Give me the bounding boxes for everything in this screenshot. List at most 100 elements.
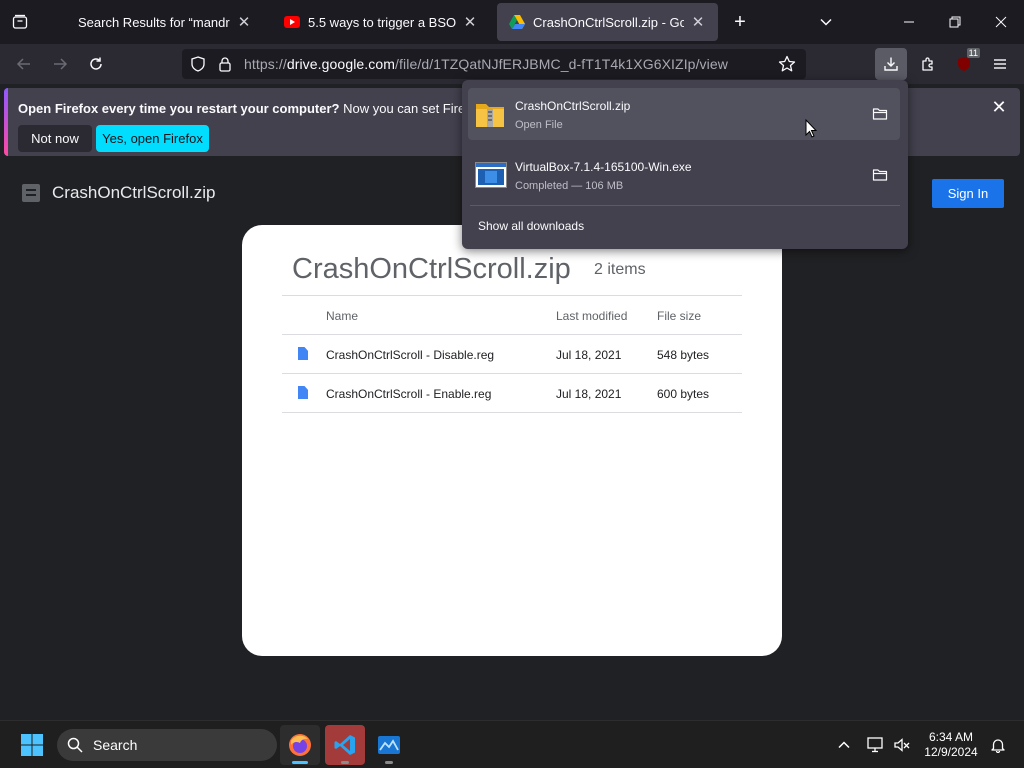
- divider: [282, 295, 742, 296]
- notification-close-icon[interactable]: ✕: [990, 98, 1008, 116]
- taskbar-vscode[interactable]: [325, 725, 365, 765]
- puzzle-icon: [922, 57, 933, 71]
- chevron-up-icon: [838, 741, 850, 749]
- tab-google-drive[interactable]: CrashOnCtrlScroll.zip - Google ✕: [497, 3, 718, 41]
- tab-close-icon[interactable]: ✕: [462, 13, 478, 31]
- file-size: 600 bytes: [657, 387, 710, 401]
- tab-close-icon[interactable]: ✕: [236, 13, 252, 31]
- network-monitor-icon: [867, 737, 883, 753]
- bookmark-star-icon[interactable]: [778, 55, 796, 78]
- taskbar-clock[interactable]: 6:34 AM 12/9/2024: [920, 730, 982, 760]
- close-window-button[interactable]: [978, 0, 1024, 44]
- taskbar-firefox[interactable]: [280, 725, 320, 765]
- firefox-icon: [289, 734, 311, 756]
- show-hidden-icons-button[interactable]: [826, 725, 862, 765]
- clock-time: 6:34 AM: [928, 730, 974, 744]
- list-all-tabs-button[interactable]: [806, 0, 846, 44]
- notification-message: Open Firefox every time you restart your…: [18, 101, 508, 116]
- divider: [282, 412, 742, 413]
- tab-search-results[interactable]: Search Results for “mandrake” - ✕: [66, 3, 264, 41]
- menu-button[interactable]: [984, 48, 1016, 80]
- search-icon: [67, 737, 83, 758]
- restore-icon: [949, 16, 961, 28]
- tab-strip: Search Results for “mandrake” - ✕ 5.5 wa…: [0, 0, 1024, 44]
- tab-title: Search Results for “mandrake” -: [78, 14, 230, 30]
- table-row[interactable]: CrashOnCtrlScroll - Disable.reg Jul 18, …: [282, 335, 742, 373]
- ublock-shield-icon: [958, 57, 970, 71]
- table-row[interactable]: CrashOnCtrlScroll - Enable.reg Jul 18, 2…: [282, 374, 742, 412]
- volume-muted-icon: [894, 738, 910, 752]
- archive-icon: [22, 184, 40, 202]
- column-header-modified: Last modified: [556, 309, 628, 323]
- downloads-button[interactable]: [875, 48, 907, 80]
- address-bar[interactable]: https://drive.google.com/file/d/1TZQatNJ…: [182, 49, 806, 79]
- photos-icon: [378, 736, 400, 754]
- show-in-folder-icon[interactable]: [872, 167, 888, 183]
- downloads-panel: CrashOnCtrlScroll.zip Open File VirtualB…: [462, 80, 908, 249]
- google-drive-icon: [509, 14, 525, 30]
- bell-icon: [991, 739, 1005, 753]
- navigation-toolbar: https://drive.google.com/file/d/1TZQatNJ…: [0, 44, 1024, 84]
- reload-button[interactable]: [80, 48, 112, 80]
- tab-youtube[interactable]: 5.5 ways to trigger a BSOD in W ✕: [272, 3, 490, 41]
- show-in-folder-icon[interactable]: [872, 106, 888, 122]
- minimize-button[interactable]: [886, 0, 932, 44]
- file-size: 548 bytes: [657, 348, 710, 362]
- url-domain: drive.google.com: [286, 56, 396, 72]
- exe-file-icon: [475, 162, 507, 193]
- volume-button[interactable]: [888, 725, 916, 765]
- file-modified: Jul 18, 2021: [556, 387, 622, 401]
- firefox-view-button[interactable]: [0, 0, 40, 44]
- network-button[interactable]: [862, 725, 890, 765]
- back-button[interactable]: [8, 48, 40, 80]
- youtube-icon: [284, 14, 300, 30]
- extensions-button[interactable]: [912, 48, 944, 80]
- file-icon: [298, 386, 308, 399]
- url-path: /file/d/1TZQatNJfERJBMC_d-fT1T4k1XG6XIZI…: [395, 56, 728, 72]
- arrow-right-icon: [54, 58, 68, 70]
- taskbar-search-box[interactable]: Search: [57, 729, 277, 761]
- column-header-size: File size: [657, 309, 702, 323]
- close-icon: [995, 16, 1007, 28]
- file-icon: [298, 347, 308, 360]
- notifications-button[interactable]: [984, 725, 1012, 765]
- extension-badge: 11: [966, 48, 980, 58]
- chevron-down-icon: [820, 18, 832, 26]
- mouse-cursor-icon: [805, 119, 817, 138]
- zip-item-count: 2 items: [594, 261, 646, 278]
- lock-icon[interactable]: [218, 56, 232, 77]
- notification-bold-text: Open Firefox every time you restart your…: [18, 101, 340, 116]
- ublock-extension-button[interactable]: 11: [948, 48, 980, 80]
- show-all-downloads-link[interactable]: Show all downloads: [478, 219, 584, 233]
- url-text[interactable]: https://drive.google.com/file/d/1TZQatNJ…: [244, 56, 728, 72]
- taskbar-photos[interactable]: [369, 725, 409, 765]
- download-item-zip[interactable]: CrashOnCtrlScroll.zip Open File: [468, 88, 900, 140]
- zip-name: CrashOnCtrlScroll.zip: [292, 253, 571, 285]
- clock-date: 12/9/2024: [924, 745, 978, 759]
- running-indicator: [385, 761, 393, 764]
- forward-button[interactable]: [44, 48, 76, 80]
- divider: [470, 205, 900, 206]
- file-name: CrashOnCtrlScroll - Disable.reg: [326, 348, 495, 362]
- tracking-protection-shield-icon[interactable]: [190, 56, 206, 77]
- start-button[interactable]: [12, 725, 52, 765]
- zip-preview-card: CrashOnCtrlScroll.zip 2 items Name Last …: [242, 225, 782, 656]
- new-tab-button[interactable]: +: [722, 0, 758, 44]
- tab-title: CrashOnCtrlScroll.zip - Google: [533, 14, 684, 30]
- yes-open-firefox-button[interactable]: Yes, open Firefox: [96, 125, 209, 152]
- windows-taskbar: Search 6:34 AM 12/9/2024: [0, 720, 1024, 768]
- vscode-icon: [334, 735, 355, 755]
- sign-in-button[interactable]: Sign In: [932, 179, 1004, 208]
- windows-logo-icon: [21, 734, 43, 756]
- file-modified: Jul 18, 2021: [556, 348, 622, 362]
- reload-icon: [90, 57, 102, 70]
- restore-button[interactable]: [932, 0, 978, 44]
- tab-close-icon[interactable]: ✕: [690, 13, 706, 31]
- download-status: Completed — 106 MB: [515, 180, 624, 192]
- url-prefix: https://: [244, 56, 287, 72]
- download-name: CrashOnCtrlScroll.zip: [515, 99, 631, 113]
- not-now-button[interactable]: Not now: [18, 125, 92, 152]
- download-item-virtualbox[interactable]: VirtualBox-7.1.4-165100-Win.exe Complete…: [468, 149, 900, 201]
- download-name: VirtualBox-7.1.4-165100-Win.exe: [515, 160, 692, 174]
- hamburger-icon: [994, 59, 1006, 69]
